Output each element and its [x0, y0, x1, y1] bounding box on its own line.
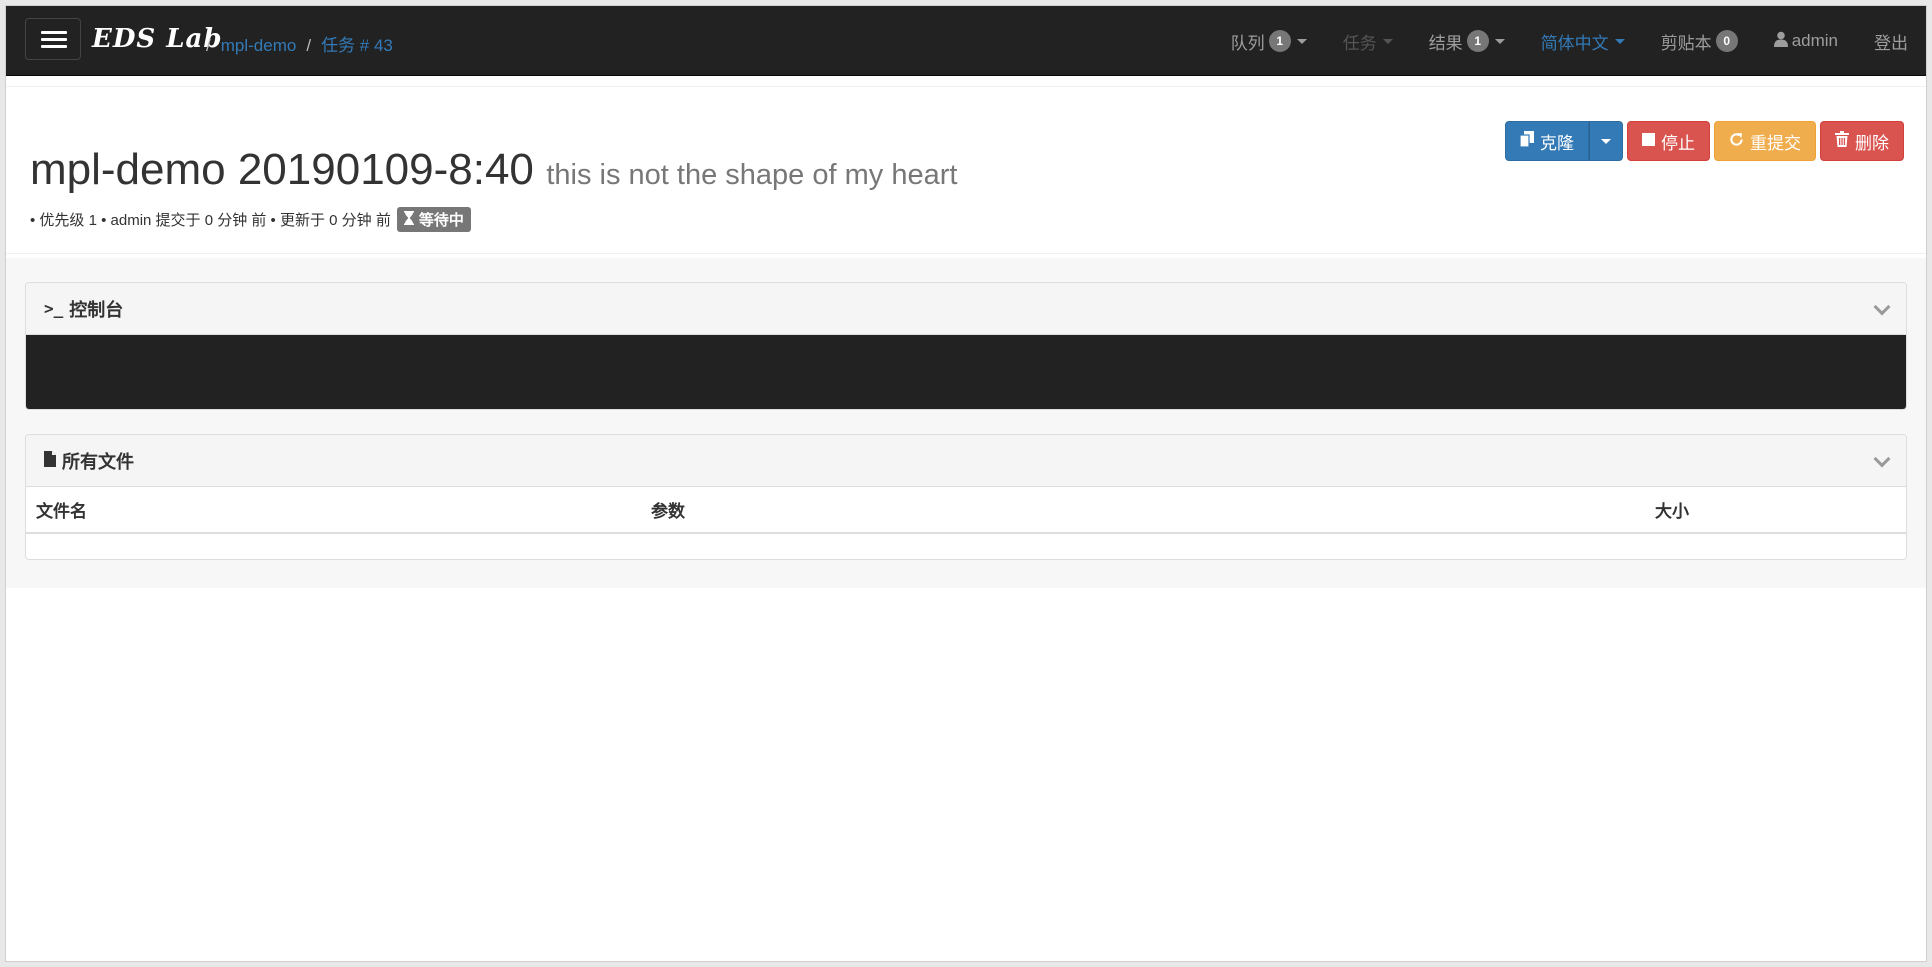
status-text: 等待中: [418, 212, 464, 229]
hourglass-icon: [403, 210, 414, 229]
browser-viewport: EDS Lab / mpl-demo / 任务 # 43 队列 1 任务 结果 1 简…: [5, 5, 1927, 962]
caret-down-icon: [1601, 138, 1611, 144]
tasks-dropdown[interactable]: 任务: [1325, 6, 1411, 76]
table-empty-row: [26, 533, 1906, 559]
user-link[interactable]: admin: [1756, 6, 1856, 76]
chevron-down-icon[interactable]: [1873, 298, 1891, 316]
top-navbar: EDS Lab / mpl-demo / 任务 # 43 队列 1 任务 结果 1 简…: [6, 6, 1926, 76]
hamburger-icon: [41, 31, 67, 34]
delete-label: 删除: [1855, 133, 1889, 153]
files-panel-title: 所有文件: [62, 451, 134, 472]
files-panel: 所有文件 文件名 参数 大小: [25, 434, 1907, 560]
task-actions: 克隆 停止 重提交 删除: [1505, 121, 1904, 161]
clipboard-link[interactable]: 剪贴本 0: [1643, 6, 1756, 76]
column-header-size[interactable]: 大小: [1645, 487, 1906, 534]
clone-split-button: 克隆: [1505, 121, 1623, 161]
logout-label: 登出: [1874, 33, 1908, 53]
user-icon: [1773, 31, 1788, 52]
language-dropdown[interactable]: 简体中文: [1523, 6, 1643, 76]
clipboard-label: 剪贴本: [1660, 33, 1712, 53]
clone-button[interactable]: 克隆: [1505, 121, 1589, 161]
page-title: mpl-demo 20190109-8:40 this is not the s…: [30, 145, 957, 195]
navbar-right: 队列 1 任务 结果 1 简体中文 剪贴本 0 admin 登出: [1213, 6, 1926, 76]
task-header: mpl-demo 20190109-8:40 this is not the s…: [6, 86, 1926, 254]
trash-icon: [1835, 131, 1849, 151]
breadcrumb: / mpl-demo / 任务 # 43: [196, 31, 393, 56]
clone-label: 克隆: [1540, 133, 1574, 153]
refresh-icon: [1729, 132, 1744, 151]
language-label: 简体中文: [1540, 33, 1609, 53]
tasks-label: 任务: [1342, 33, 1377, 53]
file-icon: [44, 450, 56, 471]
queue-label: 队列: [1230, 33, 1265, 53]
caret-down-icon: [1382, 38, 1393, 44]
queue-badge: 1: [1268, 30, 1291, 52]
clipboard-badge: 0: [1715, 30, 1738, 52]
terminal-icon: >_: [44, 299, 64, 318]
files-panel-heading[interactable]: 所有文件: [26, 435, 1906, 487]
results-badge: 1: [1466, 30, 1489, 52]
task-meta-text: • 优先级 1 • admin 提交于 0 分钟 前 • 更新于 0 分钟 前: [30, 212, 391, 229]
logout-link[interactable]: 登出: [1856, 6, 1926, 76]
task-meta: • 优先级 1 • admin 提交于 0 分钟 前 • 更新于 0 分钟 前 …: [30, 207, 471, 232]
results-dropdown[interactable]: 结果 1: [1411, 6, 1523, 76]
user-label: admin: [1791, 31, 1838, 50]
clone-dropdown-toggle[interactable]: [1589, 121, 1623, 161]
breadcrumb-task-link[interactable]: 任务 # 43: [321, 36, 393, 55]
resubmit-label: 重提交: [1750, 133, 1801, 153]
hamburger-menu-button[interactable]: [25, 18, 81, 60]
console-output: [26, 335, 1906, 409]
console-panel-title: 控制台: [69, 299, 124, 320]
column-header-params[interactable]: 参数: [641, 487, 1645, 534]
console-panel-heading[interactable]: >_ 控制台: [26, 283, 1906, 335]
stop-label: 停止: [1661, 133, 1695, 153]
breadcrumb-separator: /: [306, 36, 312, 55]
chevron-down-icon[interactable]: [1873, 450, 1891, 468]
stop-icon: [1642, 132, 1655, 150]
console-panel: >_ 控制台: [25, 282, 1907, 410]
stop-button[interactable]: 停止: [1627, 121, 1710, 161]
caret-down-icon: [1614, 38, 1625, 44]
caret-down-icon: [1296, 38, 1307, 44]
content-area: >_ 控制台 所有文件 文件名 参数 大小: [6, 258, 1926, 588]
delete-button[interactable]: 删除: [1820, 121, 1904, 161]
queue-dropdown[interactable]: 队列 1: [1213, 6, 1325, 76]
breadcrumb-separator: /: [206, 36, 211, 55]
column-header-filename[interactable]: 文件名: [26, 487, 641, 534]
task-title: mpl-demo 20190109-8:40: [30, 145, 534, 194]
results-label: 结果: [1428, 33, 1463, 53]
clone-icon: [1519, 131, 1534, 151]
table-header-row: 文件名 参数 大小: [26, 487, 1906, 534]
breadcrumb-project-link[interactable]: mpl-demo: [221, 36, 297, 55]
files-table: 文件名 参数 大小: [26, 487, 1906, 559]
caret-down-icon: [1494, 38, 1505, 44]
status-badge: 等待中: [396, 207, 471, 232]
task-subtitle: this is not the shape of my heart: [546, 159, 958, 191]
resubmit-button[interactable]: 重提交: [1714, 121, 1816, 161]
